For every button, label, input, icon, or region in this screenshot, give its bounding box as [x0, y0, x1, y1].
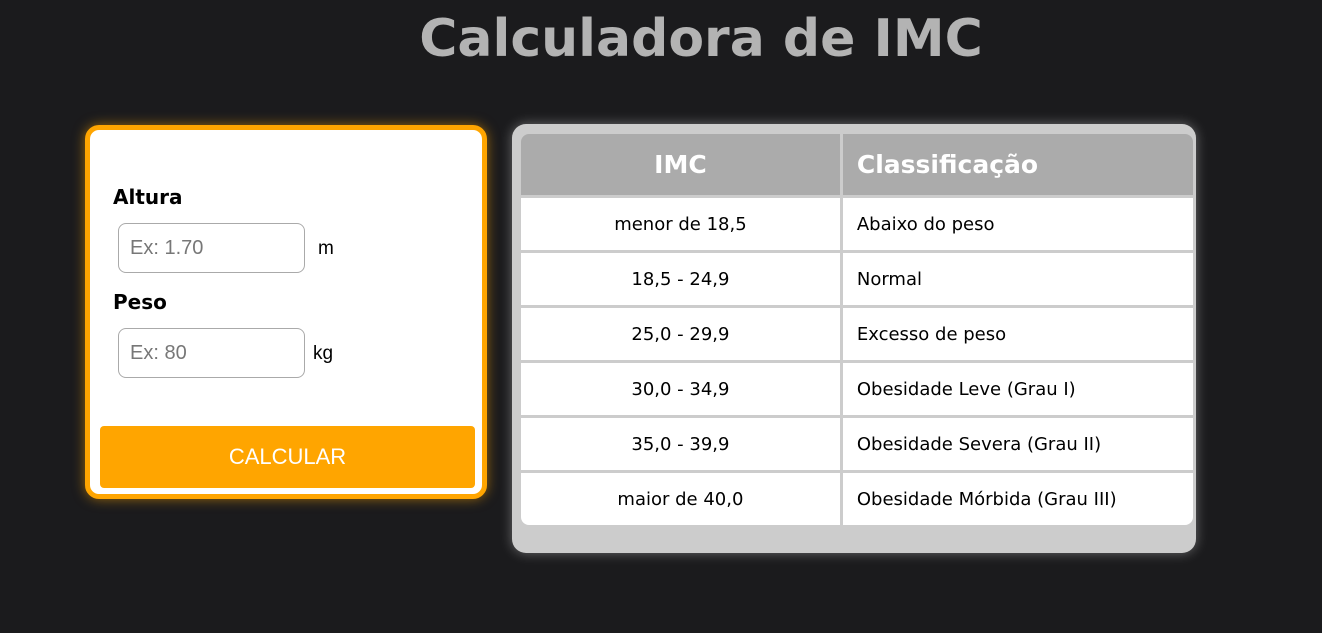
- page-title: Calculadora de IMC: [419, 9, 983, 69]
- imc-range-cell: menor de 18,5: [521, 198, 840, 250]
- classification-cell: Obesidade Mórbida (Grau III): [842, 473, 1193, 525]
- calculate-button[interactable]: CALCULAR: [100, 426, 475, 488]
- calculator-card: Altura m Peso kg CALCULAR: [85, 125, 487, 499]
- classification-cell: Obesidade Severa (Grau II): [842, 418, 1193, 470]
- height-input[interactable]: [118, 223, 305, 273]
- imc-range-cell: maior de 40,0: [521, 473, 840, 525]
- imc-range-cell: 18,5 - 24,9: [521, 253, 840, 305]
- height-label: Altura: [113, 185, 183, 209]
- table-header-row: IMC Classificação: [521, 134, 1193, 195]
- classification-cell: Excesso de peso: [842, 308, 1193, 360]
- weight-unit: kg: [313, 343, 334, 364]
- classification-cell: Normal: [842, 253, 1193, 305]
- classification-cell: Abaixo do peso: [842, 198, 1193, 250]
- header-classification: Classificação: [842, 134, 1193, 195]
- imc-range-cell: 30,0 - 34,9: [521, 363, 840, 415]
- bmi-table-card: IMC Classificação menor de 18,5 Abaixo d…: [512, 124, 1196, 553]
- weight-label: Peso: [113, 290, 167, 314]
- classification-cell: Obesidade Leve (Grau I): [842, 363, 1193, 415]
- table-row: 18,5 - 24,9 Normal: [521, 253, 1193, 305]
- table-row: 25,0 - 29,9 Excesso de peso: [521, 308, 1193, 360]
- table-row: maior de 40,0 Obesidade Mórbida (Grau II…: [521, 473, 1193, 525]
- height-unit: m: [318, 238, 334, 259]
- table-row: 30,0 - 34,9 Obesidade Leve (Grau I): [521, 363, 1193, 415]
- table-row: menor de 18,5 Abaixo do peso: [521, 198, 1193, 250]
- imc-range-cell: 35,0 - 39,9: [521, 418, 840, 470]
- bmi-classification-table: IMC Classificação menor de 18,5 Abaixo d…: [518, 131, 1196, 528]
- imc-range-cell: 25,0 - 29,9: [521, 308, 840, 360]
- header-imc: IMC: [521, 134, 840, 195]
- weight-input[interactable]: [118, 328, 305, 378]
- table-row: 35,0 - 39,9 Obesidade Severa (Grau II): [521, 418, 1193, 470]
